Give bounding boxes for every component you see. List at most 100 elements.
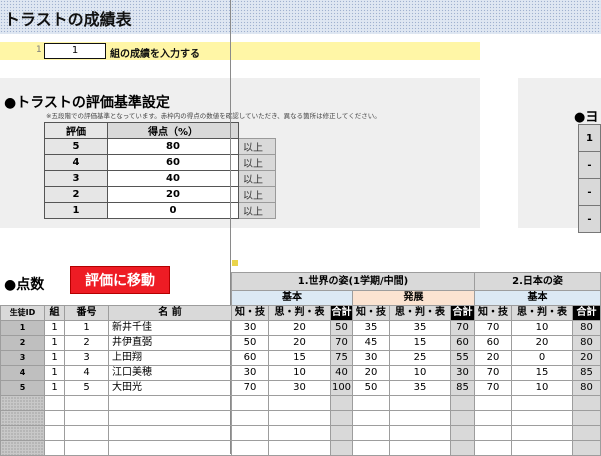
scores-table: 1.世界の姿(1学期/中間) 2.日本の姿 基本 発展 基本 生徒ID 組 番号… [0,272,601,456]
score-cell[interactable]: 30 [231,365,269,381]
basic-header: 基本 [231,290,353,306]
student-id: 1 [0,320,45,336]
name-cell[interactable]: 江口美穂 [108,365,232,381]
criteria2-cell: - [578,205,601,233]
score-cell[interactable]: 15 [511,365,573,381]
score-cell[interactable]: 20 [511,335,573,351]
total-cell: 50 [330,320,353,336]
group-cell[interactable]: 1 [44,320,65,336]
total-cell: 20 [572,350,601,366]
student-id: 3 [0,350,45,366]
unit1-header: 1.世界の姿(1学期/中間) [231,272,475,291]
score-cell[interactable]: 70 [474,320,512,336]
score-cell[interactable]: 20 [352,365,390,381]
criteria-heading-2: ●ヨ [574,110,599,125]
col-group: 組 [44,305,65,321]
total-cell: 85 [572,365,601,381]
score-cell[interactable]: 70 [231,380,269,396]
score-cell[interactable]: 50 [231,335,269,351]
group-input[interactable]: 1 [44,43,106,59]
number-cell[interactable]: 2 [64,335,109,351]
criteria2-cell: - [578,151,601,179]
score-cell[interactable]: 20 [474,350,512,366]
grade-cell: 3 [44,170,108,187]
score-cell[interactable]: 0 [511,350,573,366]
group-cell[interactable]: 1 [44,335,65,351]
unit-cell: 以上 [238,202,276,219]
criteria-heading: ●トラストの評価基準設定 [4,95,170,111]
col-total: 合計 [450,305,475,321]
score-cell[interactable]: 45 [352,335,390,351]
group-cell[interactable]: 1 [44,380,65,396]
score-cell[interactable]: 30 [231,320,269,336]
score-cell[interactable]: 20 [268,335,331,351]
score-cell[interactable]: 35 [352,320,390,336]
total-cell: 80 [572,380,601,396]
student-id: 5 [0,380,45,396]
col-number: 番号 [64,305,109,321]
grade-cell: 4 [44,154,108,171]
score-cell[interactable]: 10 [268,365,331,381]
col-total: 合計 [330,305,353,321]
col-student-id: 生徒ID [0,305,45,321]
empty-row [0,395,601,411]
score-cell[interactable]: 15 [268,350,331,366]
score-cell[interactable]: 30 [352,350,390,366]
name-cell[interactable]: 井伊直弼 [108,335,232,351]
move-to-evaluation-button[interactable]: 評価に移動 [70,266,170,294]
name-cell[interactable]: 新井千佳 [108,320,232,336]
group-cell[interactable]: 1 [44,350,65,366]
student-id: 2 [0,335,45,351]
col-knowledge: 知・技 [231,305,269,321]
score-cell[interactable]: 20 [107,186,239,203]
score-cell[interactable]: 70 [474,365,512,381]
criteria-note: ※五段階での評価基準となっています。赤枠内の得点の数値を確認していただき、異なる… [46,112,381,120]
number-cell[interactable]: 3 [64,350,109,366]
criteria-table-2: 1 - - - [578,124,601,233]
group-cell[interactable]: 1 [44,365,65,381]
score-cell[interactable]: 25 [389,350,451,366]
table-row: 2 1 2 井伊直弼 50 20 70 45 15 60 60 20 80 [0,335,601,351]
table-row: 5 1 5 大田光 70 30 100 50 35 85 70 10 80 [0,380,601,396]
score-cell[interactable]: 30 [268,380,331,396]
score-cell[interactable]: 70 [474,380,512,396]
col-grade-header: 評価 [44,122,108,139]
name-cell[interactable]: 上田翔 [108,350,232,366]
total-cell: 30 [450,365,475,381]
total-cell: 80 [572,335,601,351]
table-row: 3 1 3 上田翔 60 15 75 30 25 55 20 0 20 [0,350,601,366]
unit-cell: 以上 [238,154,276,171]
score-cell[interactable]: 60 [474,335,512,351]
score-cell[interactable]: 60 [107,154,239,171]
total-cell: 100 [330,380,353,396]
table-row: 4 1 4 江口美穂 30 10 40 20 10 30 70 15 85 [0,365,601,381]
score-cell[interactable]: 35 [389,320,451,336]
score-cell[interactable]: 0 [107,202,239,219]
empty-row [0,425,601,441]
score-cell[interactable]: 50 [352,380,390,396]
score-cell[interactable]: 10 [389,365,451,381]
number-cell[interactable]: 1 [64,320,109,336]
total-cell: 70 [450,320,475,336]
total-cell: 85 [450,380,475,396]
score-cell[interactable]: 35 [389,380,451,396]
score-cell[interactable]: 10 [511,320,573,336]
col-knowledge: 知・技 [352,305,390,321]
table-row: 1 1 1 新井千佳 30 20 50 35 35 70 70 10 80 [0,320,601,336]
name-cell[interactable]: 大田光 [108,380,232,396]
score-cell[interactable]: 10 [511,380,573,396]
score-cell[interactable]: 20 [268,320,331,336]
total-cell: 70 [330,335,353,351]
score-cell[interactable]: 40 [107,170,239,187]
criteria2-cell: - [578,178,601,206]
scores-heading: ●点数 [4,277,45,293]
criteria-table: 評価 得点（%） 5 80 以上 4 60 以上 3 40 以上 2 20 以上… [44,122,276,219]
col-name: 名 前 [108,305,232,321]
number-cell[interactable]: 4 [64,365,109,381]
score-cell[interactable]: 15 [389,335,451,351]
number-cell[interactable]: 5 [64,380,109,396]
score-cell[interactable]: 80 [107,138,239,155]
score-cell[interactable]: 60 [231,350,269,366]
grade-cell: 2 [44,186,108,203]
unit2-header: 2.日本の姿 [474,272,601,291]
